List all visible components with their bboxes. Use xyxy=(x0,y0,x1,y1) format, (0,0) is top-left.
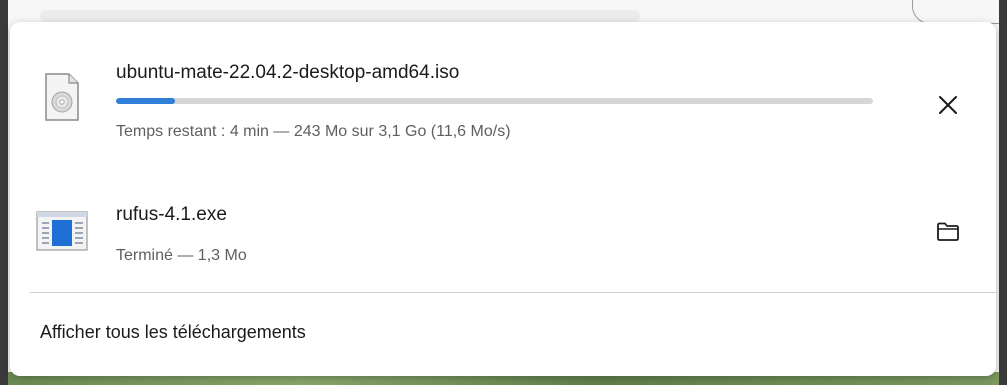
background-tab-corner xyxy=(912,0,1007,24)
disc-image-file-icon xyxy=(44,72,80,122)
close-icon xyxy=(937,94,959,121)
window-right-edge xyxy=(999,0,1007,385)
download-item-ubuntu-iso[interactable]: ubuntu-mate-22.04.2-desktop-amd64.iso Te… xyxy=(10,50,996,170)
cancel-download-button[interactable] xyxy=(926,85,970,129)
download-filename: rufus-4.1.exe xyxy=(116,204,227,225)
folder-icon xyxy=(936,221,960,248)
download-progress-fill xyxy=(116,98,176,104)
window-left-edge xyxy=(0,0,8,385)
executable-file-icon xyxy=(34,208,90,254)
download-status: Terminé — 1,3 Mo xyxy=(116,247,247,264)
download-status: Temps restant : 4 min — 243 Mo sur 3,1 G… xyxy=(116,123,511,140)
background-tab xyxy=(40,10,640,22)
show-in-folder-button[interactable] xyxy=(926,212,970,256)
download-item-rufus-exe[interactable]: rufus-4.1.exe Terminé — 1,3 Mo xyxy=(10,202,996,292)
panel-divider xyxy=(30,292,996,293)
show-all-downloads-link[interactable]: Afficher tous les téléchargements xyxy=(40,322,306,343)
download-progress-bar xyxy=(116,98,873,104)
download-filename: ubuntu-mate-22.04.2-desktop-amd64.iso xyxy=(116,62,460,83)
downloads-panel: ubuntu-mate-22.04.2-desktop-amd64.iso Te… xyxy=(10,22,996,376)
